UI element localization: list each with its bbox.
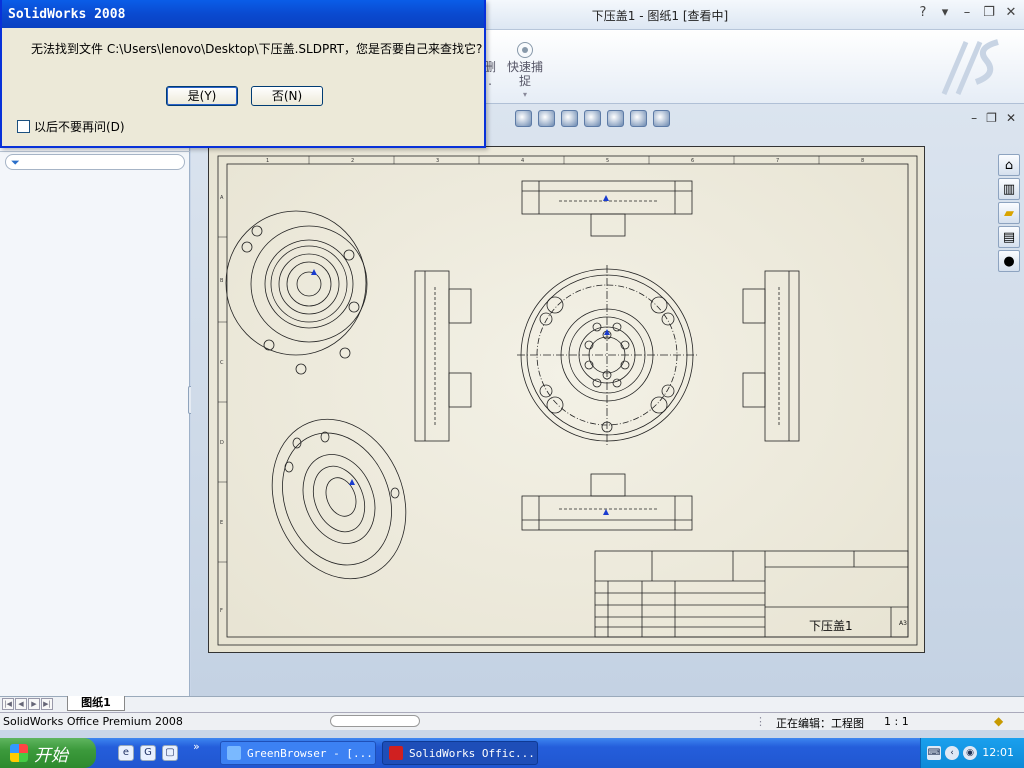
ribbon-dropdown-icon[interactable]: ▾ [505, 88, 545, 102]
hide-show-icon[interactable] [653, 110, 670, 127]
border-letter: A [220, 195, 224, 201]
feature-manager-panel: ⏷ [0, 104, 190, 696]
app-window-controls: ? ▾ – ❐ ✕ [916, 5, 1018, 20]
help-dropdown-icon[interactable]: ▾ [938, 5, 952, 20]
status-editing-mode: 正在编辑：工程图 [776, 717, 864, 730]
engineering-drawing: 下压盖1 A3 1 2 3 4 5 6 7 8 A B C D E F [217, 155, 918, 646]
greenbrowser-icon[interactable]: G [140, 745, 156, 761]
no-button[interactable]: 否(N) [251, 86, 323, 106]
border-number: 6 [691, 158, 694, 164]
keyboard-icon[interactable]: ⌨ [927, 746, 941, 760]
dont-ask-again-option[interactable]: 以后不要再问(D) [17, 118, 125, 135]
zoom-to-fit-icon[interactable] [515, 110, 532, 127]
task-solidworks[interactable]: SolidWorks Offic... [382, 741, 538, 765]
system-tray: ⌨ ‹ ◉ 12:01 [920, 738, 1024, 768]
view-orientation-icon[interactable] [607, 110, 624, 127]
task-greenbrowser[interactable]: GreenBrowser - [... [220, 741, 376, 765]
home-icon[interactable]: ⌂ [998, 154, 1020, 176]
help-icon[interactable]: ? [916, 5, 930, 20]
ribbon-item-quick-snap-label: 快速捕 捉 [506, 60, 543, 88]
quick-snap-icon [517, 42, 533, 58]
sheet-tab-1[interactable]: 图纸1 [67, 696, 125, 711]
tray-clock: 12:01 [982, 746, 1014, 759]
quick-tips-icon[interactable]: ◆ [994, 714, 1008, 728]
display-style-icon[interactable] [630, 110, 647, 127]
heads-up-view-toolbar [515, 110, 670, 127]
border-number: 3 [436, 158, 439, 164]
ribbon-item-quick-snap[interactable]: 快速捕 捉 ▾ [505, 42, 545, 102]
border-letter: C [220, 360, 224, 366]
task-label: GreenBrowser - [... [247, 746, 373, 760]
title-block-part-name: 下压盖1 [809, 619, 853, 633]
task-pane-tabs: ⌂ ▥ ▰ ▤ ● [998, 154, 1022, 274]
document-title: 下压盖1 - 图纸1 [查看中] [591, 9, 729, 23]
ie-icon[interactable]: e [118, 745, 134, 761]
restore-button[interactable]: ❐ [982, 5, 996, 20]
doc-close-button[interactable]: ✕ [1006, 111, 1016, 125]
appearances-icon[interactable]: ● [998, 250, 1020, 272]
rotate-icon[interactable] [584, 110, 601, 127]
border-letter: B [220, 278, 224, 284]
doc-minimize-button[interactable]: – [971, 111, 977, 125]
close-button[interactable]: ✕ [1004, 5, 1018, 20]
dialog-message: 无法找到文件 C:\Users\lenovo\Desktop\下压盖.SLDPR… [31, 42, 483, 56]
file-explorer-icon[interactable]: ▰ [998, 202, 1020, 224]
filter-icon: ⏷ [11, 156, 20, 169]
status-bar: SolidWorks Office Premium 2008 ⋮ 正在编辑：工程… [0, 712, 1024, 730]
yes-button[interactable]: 是(Y) [166, 86, 238, 106]
status-scale[interactable]: 1 : 1 [884, 715, 909, 728]
task-label: SolidWorks Offic... [409, 746, 535, 760]
first-sheet-button[interactable]: |◀ [2, 698, 14, 710]
sheet-nav-buttons: |◀ ◀ ▶ ▶| [2, 698, 53, 710]
show-desktop-icon[interactable]: ▢ [162, 745, 178, 761]
border-letter: D [220, 440, 224, 446]
solidworks-task-icon [389, 746, 403, 760]
border-number: 5 [606, 158, 609, 164]
drawing-sheet[interactable]: 下压盖1 A3 1 2 3 4 5 6 7 8 A B C D E F [208, 146, 925, 653]
greenbrowser-task-icon [227, 746, 241, 760]
dont-ask-again-checkbox[interactable] [17, 120, 30, 133]
file-not-found-dialog: SolidWorks 2008 无法找到文件 C:\Users\lenovo\D… [0, 0, 486, 148]
border-number: 2 [351, 158, 354, 164]
last-sheet-button[interactable]: ▶| [41, 698, 53, 710]
view-palette-icon[interactable]: ▤ [998, 226, 1020, 248]
network-icon[interactable]: ◉ [963, 746, 977, 760]
next-sheet-button[interactable]: ▶ [28, 698, 40, 710]
filter-input[interactable]: ⏷ [5, 154, 185, 170]
minimize-button[interactable]: – [960, 5, 974, 20]
quick-launch: e G ▢ [118, 745, 178, 761]
border-letter: F [220, 608, 223, 614]
document-window-controls: – ❐ ✕ [971, 111, 1016, 125]
tray-expand-icon[interactable]: ‹ [945, 746, 959, 760]
border-number: 1 [266, 158, 269, 164]
ds-logo-icon [941, 39, 999, 95]
windows-taskbar: 开始 e G ▢ » GreenBrowser - [... SolidWork… [0, 738, 1024, 768]
design-library-icon[interactable]: ▥ [998, 178, 1020, 200]
prev-sheet-button[interactable]: ◀ [15, 698, 27, 710]
dialog-title: SolidWorks 2008 [2, 0, 484, 28]
status-progress-bar [330, 715, 420, 727]
sheet-tab-bar: |◀ ◀ ▶ ▶| 图纸1 [0, 696, 1024, 712]
pan-icon[interactable] [561, 110, 578, 127]
status-divider: ⋮ [755, 715, 766, 728]
title-block-sheet-size: A3 [899, 620, 907, 627]
quick-launch-more-icon[interactable]: » [193, 740, 200, 753]
status-product-name: SolidWorks Office Premium 2008 [3, 715, 183, 728]
border-letter: E [220, 520, 223, 526]
zoom-area-icon[interactable] [538, 110, 555, 127]
dont-ask-again-label: 以后不要再问(D) [34, 120, 125, 134]
border-number: 7 [776, 158, 779, 164]
border-number: 4 [521, 158, 524, 164]
start-button[interactable]: 开始 [0, 738, 96, 768]
border-number: 8 [861, 158, 864, 164]
graphics-area[interactable]: – ❐ ✕ ⌂ ▥ ▰ ▤ ● 下压盖1 A3 1 2 3 4 5 6 7 8 … [191, 104, 1024, 696]
doc-restore-button[interactable]: ❐ [986, 111, 997, 125]
start-label: 开始 [34, 745, 68, 766]
windows-logo-icon [10, 744, 28, 762]
